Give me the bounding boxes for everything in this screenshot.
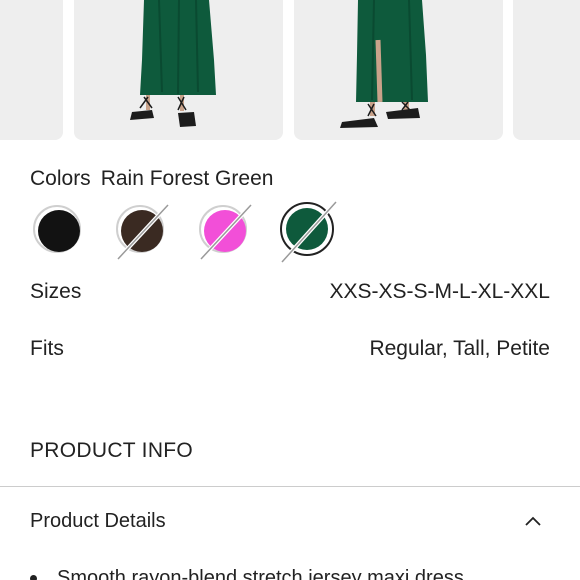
bullet-dot: [30, 575, 37, 580]
sizes-label: Sizes: [30, 280, 82, 303]
color-swatch-brown[interactable]: [116, 203, 170, 261]
product-photo-4[interactable]: [513, 0, 580, 140]
product-page: Colors Rain Forest Green Sizes XXS-XS-S-M…: [0, 0, 580, 580]
product-details-toggle[interactable]: Product Details: [30, 507, 166, 535]
color-swatch-black[interactable]: [33, 205, 81, 253]
image-gallery[interactable]: [0, 0, 580, 140]
color-swatch-rain-forest-green[interactable]: [280, 200, 338, 264]
fits-label: Fits: [30, 337, 64, 360]
sizes-value: XXS-XS-S-M-L-XL-XXL: [329, 280, 550, 303]
product-photo-3[interactable]: [294, 0, 503, 140]
colors-row: Colors Rain Forest Green: [30, 165, 273, 193]
fits-value: Regular, Tall, Petite: [369, 337, 550, 360]
divider: [0, 486, 580, 487]
unavailable-slash-icon: [199, 203, 253, 261]
swatch-fill: [38, 210, 80, 252]
chevron-up-icon[interactable]: [522, 510, 544, 532]
unavailable-slash-icon: [116, 203, 170, 261]
product-photo-1[interactable]: [0, 0, 63, 140]
product-detail-bullet: Smooth rayon-blend stretch jersey maxi d…: [30, 564, 464, 580]
unavailable-slash-icon: [280, 200, 338, 264]
bullet-text: Smooth rayon-blend stretch jersey maxi d…: [57, 567, 464, 580]
colors-label: Colors: [30, 167, 91, 190]
color-swatch-pink[interactable]: [199, 203, 253, 261]
product-photo-2[interactable]: [74, 0, 283, 140]
product-info-heading: PRODUCT INFO: [30, 439, 194, 462]
selected-color-name: Rain Forest Green: [100, 167, 274, 190]
